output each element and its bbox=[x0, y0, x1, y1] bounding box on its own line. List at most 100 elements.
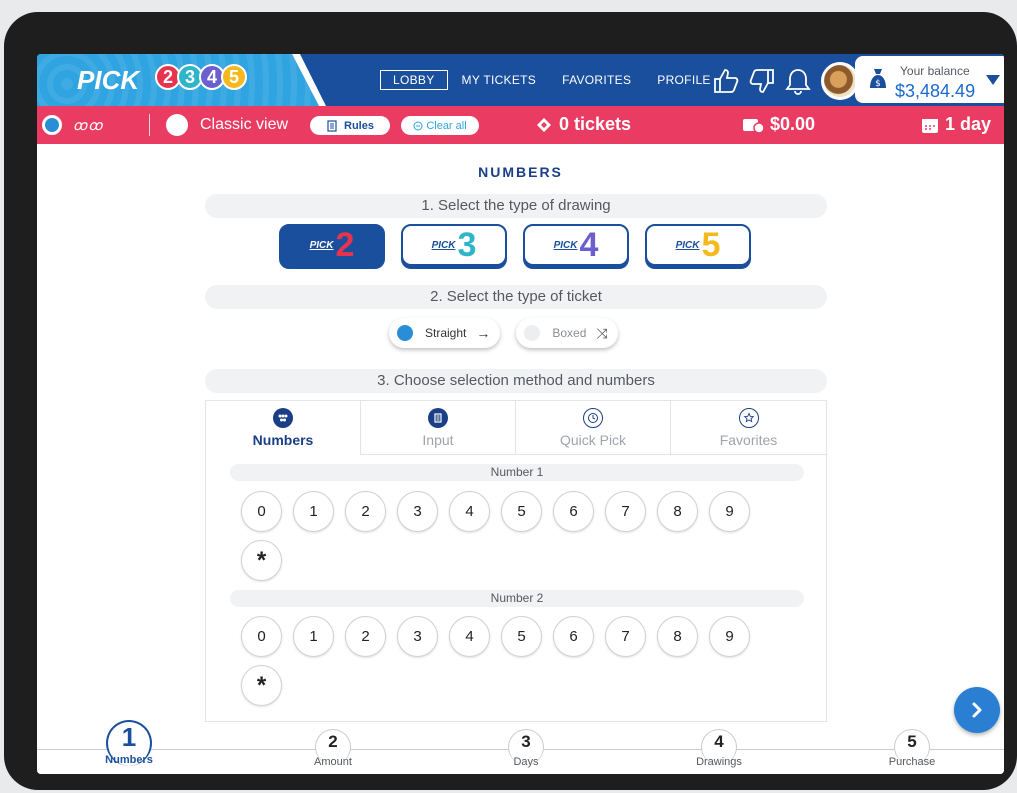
classic-view-radio[interactable] bbox=[166, 114, 188, 136]
radio-selected bbox=[397, 325, 413, 341]
tab-quick-pick[interactable]: Quick Pick bbox=[516, 401, 671, 455]
step-3-heading: 3. Choose selection method and numbers bbox=[205, 369, 827, 393]
page-title: NUMBERS bbox=[478, 164, 563, 180]
ticket-icon bbox=[535, 116, 553, 134]
number-ball[interactable]: 1 bbox=[293, 616, 334, 657]
pick-number: 5 bbox=[701, 226, 721, 264]
number-1-balls: 0 1 2 3 4 5 6 7 8 9 * bbox=[241, 491, 781, 589]
dots-icon bbox=[273, 408, 293, 428]
step-number: 1 bbox=[121, 722, 137, 752]
thumbs-down-icon[interactable] bbox=[745, 64, 779, 98]
chevron-down-icon[interactable] bbox=[986, 75, 1000, 85]
step-label: Purchase bbox=[888, 756, 936, 768]
number-ball[interactable]: 8 bbox=[657, 616, 698, 657]
number-ball[interactable]: 2 bbox=[345, 616, 386, 657]
number-ball[interactable]: 8 bbox=[657, 491, 698, 532]
money-bag-icon: $ bbox=[865, 66, 891, 97]
pick-3-button[interactable]: PICK 3 bbox=[401, 224, 507, 266]
number-ball[interactable]: 6 bbox=[553, 491, 594, 532]
boxed-option[interactable]: Boxed ⤨ bbox=[516, 318, 618, 348]
tablet-frame: PICK 2 3 4 5 LOBBY MY TICKETS FAVORITES … bbox=[4, 12, 1017, 790]
tab-favorites[interactable]: Favorites bbox=[671, 401, 826, 455]
days-selector[interactable]: 1 day bbox=[921, 114, 991, 135]
number-1-label: Number 1 bbox=[230, 464, 804, 481]
boxed-label: Boxed bbox=[552, 326, 587, 340]
bell-icon[interactable] bbox=[781, 64, 815, 98]
number-ball[interactable]: 3 bbox=[397, 491, 438, 532]
clear-all-button[interactable]: Clear all bbox=[401, 116, 479, 135]
pick-number: 4 bbox=[579, 226, 599, 264]
ticket-type-selector: Straight → Boxed ⤨ bbox=[389, 318, 634, 348]
number-ball[interactable]: 1 bbox=[293, 491, 334, 532]
nav-icons bbox=[709, 62, 859, 100]
number-selection-panel: Numbers Input Quick Pick Favorites Numbe… bbox=[205, 400, 827, 722]
wildcard-ball[interactable]: * bbox=[241, 540, 282, 581]
number-ball[interactable]: 0 bbox=[241, 616, 282, 657]
straight-option[interactable]: Straight → bbox=[389, 318, 501, 348]
step-2-heading: 2. Select the type of ticket bbox=[205, 285, 827, 309]
balance-label: Your balance bbox=[900, 64, 970, 78]
arrow-right-icon: → bbox=[476, 325, 491, 341]
pick-number: 3 bbox=[457, 226, 477, 264]
ticket-count-value: 0 tickets bbox=[559, 114, 632, 134]
ticket-total-value: $0.00 bbox=[770, 114, 816, 134]
radio-unselected bbox=[524, 325, 541, 341]
ticket-toolbar: ꝏꝏ Classic view Rules Clear all 0 ticket… bbox=[37, 106, 1004, 144]
number-ball[interactable]: 6 bbox=[553, 616, 594, 657]
balance-widget[interactable]: $ Your balance $3,484.49 bbox=[855, 56, 1004, 103]
pick-5-button[interactable]: PICK 5 bbox=[645, 224, 751, 266]
next-button[interactable] bbox=[954, 687, 1000, 733]
nav-lobby[interactable]: LOBBY bbox=[380, 70, 448, 90]
nav-links: LOBBY MY TICKETS FAVORITES PROFILE bbox=[380, 70, 737, 90]
loto-view-label: ꝏꝏ bbox=[73, 117, 104, 133]
progress-stepper: 1 Numbers 2 Amount 3 Days 4 Drawings 5 P… bbox=[37, 718, 1004, 774]
number-2-label: Number 2 bbox=[230, 590, 804, 607]
nav-profile[interactable]: PROFILE bbox=[657, 73, 710, 87]
balance-value: $3,484.49 bbox=[895, 81, 976, 101]
thumbs-up-icon[interactable] bbox=[709, 64, 743, 98]
keypad-icon bbox=[428, 407, 448, 428]
drawing-type-selector: PICK 2 PICK 3 PICK 4 PICK 5 bbox=[279, 224, 767, 266]
tab-label: Numbers bbox=[252, 432, 314, 448]
step-label: Numbers bbox=[105, 754, 153, 766]
number-ball[interactable]: 4 bbox=[449, 616, 490, 657]
nav-my-tickets[interactable]: MY TICKETS bbox=[462, 73, 537, 87]
wildcard-ball[interactable]: * bbox=[241, 665, 282, 706]
pick-number: 2 bbox=[335, 226, 355, 264]
clear-all-label: Clear all bbox=[426, 119, 467, 132]
step-label: Amount bbox=[314, 756, 352, 768]
pick-label: PICK bbox=[553, 239, 578, 251]
pick-2-button[interactable]: PICK 2 bbox=[279, 224, 385, 266]
shuffle-icon: ⤨ bbox=[596, 324, 608, 341]
tab-label: Quick Pick bbox=[559, 431, 627, 448]
tab-numbers[interactable]: Numbers bbox=[206, 401, 361, 455]
number-ball[interactable]: 5 bbox=[501, 616, 542, 657]
number-ball[interactable]: 7 bbox=[605, 491, 646, 532]
number-ball[interactable]: 9 bbox=[709, 491, 750, 532]
number-ball[interactable]: 7 bbox=[605, 616, 646, 657]
step-number: 4 bbox=[714, 732, 724, 751]
logo-text[interactable]: PICK bbox=[77, 65, 139, 96]
number-ball[interactable]: 0 bbox=[241, 491, 282, 532]
calendar-icon bbox=[921, 116, 939, 134]
chevron-right-icon bbox=[968, 701, 986, 719]
number-ball[interactable]: 9 bbox=[709, 616, 750, 657]
tab-input[interactable]: Input bbox=[361, 401, 516, 455]
logo-ball: 5 bbox=[221, 64, 247, 90]
rules-button[interactable]: Rules bbox=[310, 116, 390, 135]
tab-label: Favorites bbox=[719, 431, 778, 448]
loto-view-radio[interactable] bbox=[42, 115, 62, 135]
number-ball[interactable]: 2 bbox=[345, 491, 386, 532]
divider bbox=[149, 114, 150, 136]
number-ball[interactable]: 3 bbox=[397, 616, 438, 657]
pick-4-button[interactable]: PICK 4 bbox=[523, 224, 629, 266]
ticket-count[interactable]: 0 tickets bbox=[535, 114, 631, 135]
top-nav: PICK 2 3 4 5 LOBBY MY TICKETS FAVORITES … bbox=[37, 54, 1004, 106]
step-number: 2 bbox=[328, 732, 338, 751]
tab-label: Input bbox=[422, 431, 454, 448]
nav-favorites[interactable]: FAVORITES bbox=[562, 73, 631, 87]
number-ball[interactable]: 5 bbox=[501, 491, 542, 532]
ticket-total[interactable]: $0.00 bbox=[742, 114, 815, 135]
number-ball[interactable]: 4 bbox=[449, 491, 490, 532]
avatar[interactable] bbox=[821, 62, 859, 100]
